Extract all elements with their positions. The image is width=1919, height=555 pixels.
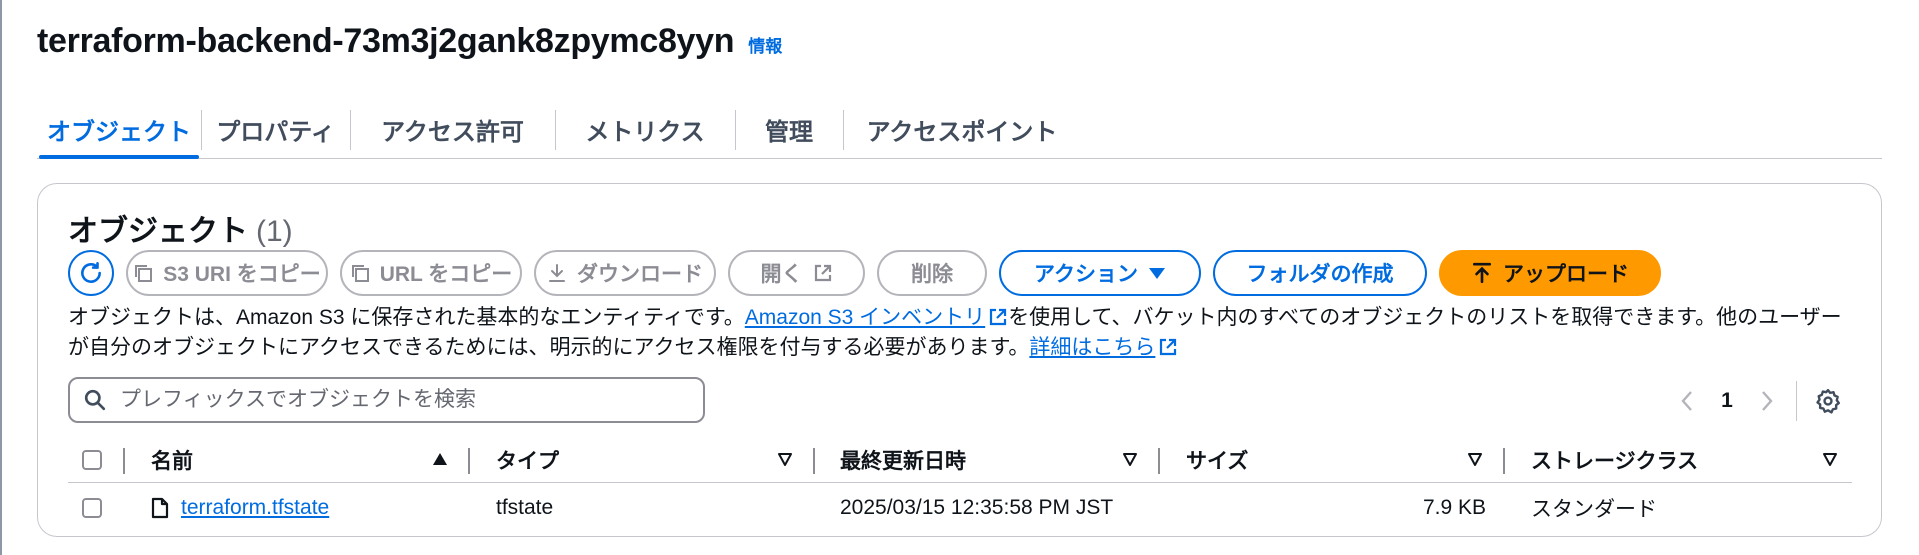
download-label: ダウンロード	[577, 263, 703, 286]
gear-icon	[1816, 388, 1841, 414]
description-text-1: オブジェクトは、Amazon S3 に保存された基本的なエンティティです。	[68, 306, 745, 329]
chevron-left-icon	[1681, 391, 1692, 411]
caret-down-icon	[1148, 268, 1165, 279]
objects-heading: オブジェクト (1)	[68, 206, 293, 250]
external-link-icon	[1160, 338, 1177, 356]
column-header-name[interactable]: 名前	[151, 438, 193, 482]
learn-more-link-label: 詳細はこちら	[1029, 336, 1156, 359]
open-button[interactable]: 開く	[728, 250, 865, 296]
actions-dropdown[interactable]: アクション	[999, 250, 1201, 296]
sort-icon[interactable]	[1467, 451, 1483, 467]
page-title: terraform-backend-73m3j2gank8zpymc8yyn	[37, 22, 735, 60]
copy-icon	[135, 265, 153, 282]
download-icon	[549, 264, 565, 282]
tab-access-points[interactable]: アクセスポイント	[843, 100, 1081, 158]
column-divider[interactable]	[468, 448, 470, 474]
column-header-last-modified[interactable]: 最終更新日時	[840, 438, 966, 482]
copy-s3-uri-button[interactable]: S3 URI をコピー	[126, 250, 328, 296]
column-header-type[interactable]: タイプ	[496, 438, 559, 482]
page-header: terraform-backend-73m3j2gank8zpymc8yyn 情…	[37, 22, 782, 61]
objects-toolbar: S3 URI をコピー URL をコピー ダウンロード 開く 削除 アクション …	[68, 250, 1661, 296]
copy-url-button[interactable]: URL をコピー	[340, 250, 522, 296]
column-divider	[123, 448, 125, 474]
inventory-link[interactable]: Amazon S3 インベントリ	[745, 306, 1008, 329]
row-select-checkbox[interactable]	[82, 498, 102, 518]
previous-page-button[interactable]	[1672, 390, 1702, 412]
learn-more-link[interactable]: 詳細はこちら	[1029, 336, 1178, 359]
file-icon	[151, 497, 169, 519]
object-name-link[interactable]: terraform.tfstate	[181, 496, 329, 520]
select-all-cell	[82, 438, 102, 482]
upload-button[interactable]: アップロード	[1439, 250, 1661, 296]
pagination-divider	[1796, 381, 1797, 421]
table-row: terraform.tfstate tfstate 2025/03/15 12:…	[68, 483, 1852, 533]
inventory-link-label: Amazon S3 インベントリ	[744, 306, 986, 329]
column-header-storage-class[interactable]: ストレージクラス	[1531, 438, 1698, 482]
info-link[interactable]: 情報	[748, 32, 782, 57]
sort-icon[interactable]	[1822, 451, 1838, 467]
open-label: 開く	[760, 263, 803, 286]
objects-container: オブジェクト (1) S3 URI をコピー URL をコピー ダウンロード 開く…	[37, 183, 1882, 537]
page-left-border	[0, 0, 2, 555]
current-page[interactable]: 1	[1702, 389, 1752, 413]
search-input[interactable]	[118, 387, 682, 413]
external-link-icon	[814, 264, 831, 282]
copy-url-label: URL をコピー	[379, 263, 513, 286]
row-size-cell: 7.9 KB	[1422, 496, 1486, 519]
preferences-button[interactable]	[1815, 388, 1841, 414]
row-storage-class-cell: スタンダード	[1531, 498, 1657, 521]
create-folder-label: フォルダの作成	[1246, 263, 1394, 286]
select-all-checkbox[interactable]	[82, 450, 102, 470]
row-name-cell: terraform.tfstate	[151, 483, 329, 533]
pagination: 1	[1672, 381, 1841, 421]
sort-icon[interactable]	[1122, 451, 1138, 467]
refresh-icon	[81, 261, 101, 283]
external-link-icon	[990, 308, 1007, 326]
tab-management[interactable]: 管理	[735, 100, 843, 158]
tab-objects[interactable]: オブジェクト	[37, 100, 201, 159]
search-field[interactable]	[68, 377, 705, 423]
tab-permissions[interactable]: アクセス許可	[350, 100, 555, 158]
column-divider[interactable]	[813, 448, 815, 474]
tab-metrics[interactable]: メトリクス	[555, 100, 735, 158]
chevron-right-icon	[1762, 391, 1773, 411]
row-last-modified-cell: 2025/03/15 12:35:58 PM JST	[840, 496, 1114, 519]
objects-title: オブジェクト	[68, 215, 248, 248]
objects-description: オブジェクトは、Amazon S3 に保存された基本的なエンティティです。Ama…	[68, 303, 1858, 363]
upload-icon	[1472, 262, 1492, 284]
sort-icon[interactable]	[777, 451, 793, 467]
upload-label: アップロード	[1503, 263, 1629, 286]
search-icon	[84, 389, 106, 411]
objects-count: (1)	[256, 215, 293, 248]
table-header: 名前 タイプ 最終更新日時 サイズ ストレージクラス	[68, 438, 1852, 483]
next-page-button[interactable]	[1752, 390, 1782, 412]
column-header-size[interactable]: サイズ	[1186, 438, 1248, 482]
copy-s3-uri-label: S3 URI をコピー	[163, 263, 321, 286]
sort-ascending-icon[interactable]	[432, 451, 448, 467]
copy-icon	[351, 265, 369, 282]
refresh-button[interactable]	[68, 250, 114, 296]
tab-bar: オブジェクト プロパティ アクセス許可 メトリクス 管理 アクセスポイント	[37, 100, 1882, 159]
create-folder-button[interactable]: フォルダの作成	[1213, 250, 1427, 296]
row-select-cell	[82, 483, 102, 533]
tab-properties[interactable]: プロパティ	[201, 100, 350, 158]
download-button[interactable]: ダウンロード	[534, 250, 716, 296]
column-divider[interactable]	[1503, 448, 1505, 474]
delete-label: 削除	[911, 263, 953, 286]
delete-button[interactable]: 削除	[877, 250, 987, 296]
column-divider[interactable]	[1158, 448, 1160, 474]
row-type-cell: tfstate	[496, 496, 554, 519]
actions-label: アクション	[1034, 263, 1138, 286]
